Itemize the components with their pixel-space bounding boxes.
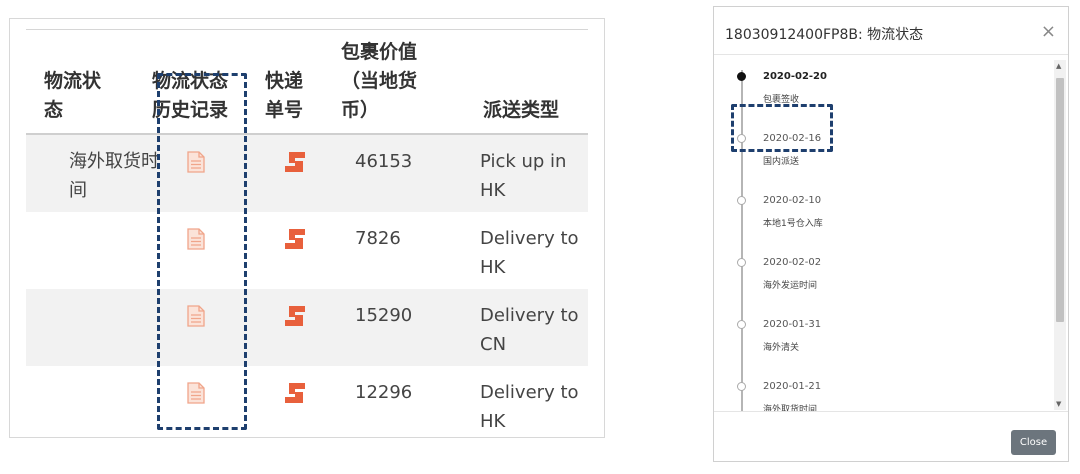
- header-tracking-number: 快递 单号: [265, 70, 304, 121]
- shipment-table: 物流状 态 物流状态 历史记录 快递 单号 包裹价值 （当地货 币） 派送类型 …: [26, 31, 588, 443]
- table-row: 15290 Delivery to CN: [26, 289, 588, 366]
- timeline-desc: 海外清关: [763, 343, 800, 353]
- row-amount: 46153: [355, 151, 413, 172]
- timeline-date: 2020-02-02: [763, 257, 822, 268]
- row-delivery-type: Delivery to CN: [480, 305, 579, 355]
- header-delivery-type: 派送类型: [483, 99, 560, 121]
- modal-title: 18030912400FP8B: 物流状态: [725, 27, 924, 43]
- table-top-divider: [26, 29, 588, 30]
- timeline-date: 2020-02-10: [763, 195, 822, 206]
- timeline-item: 2020-02-10 本地1号仓入库: [714, 188, 1034, 250]
- shipment-table-panel: 物流状 态 物流状态 历史记录 快递 单号 包裹价值 （当地货 币） 派送类型 …: [9, 18, 605, 438]
- close-button[interactable]: Close: [1011, 430, 1056, 455]
- header-status: 物流状 态: [44, 70, 102, 121]
- timeline-item: 2020-01-31 海外清关: [714, 312, 1034, 374]
- courier-icon[interactable]: [283, 150, 307, 174]
- timeline-dot: [737, 196, 746, 205]
- timeline-dot-current: [737, 72, 746, 81]
- timeline-desc: 本地1号仓入库: [763, 219, 823, 229]
- scrollbar-thumb[interactable]: [1056, 78, 1064, 322]
- timeline-date: 2020-01-31: [763, 319, 822, 330]
- timeline-dot: [737, 320, 746, 329]
- table-row: 12296 Delivery to HK: [26, 366, 588, 443]
- row-delivery-type: Delivery to HK: [480, 382, 579, 432]
- table-row: 海外取货时间 46153 Pick up in HK: [26, 135, 588, 212]
- modal-header: 18030912400FP8B: 物流状态 ×: [714, 7, 1068, 55]
- courier-icon[interactable]: [283, 304, 307, 328]
- row-amount: 12296: [355, 382, 413, 403]
- timeline-date: 2020-01-21: [763, 381, 822, 392]
- timeline-dot: [737, 258, 746, 267]
- timeline-desc: 海外发运时间: [763, 281, 818, 291]
- timeline-dot: [737, 382, 746, 391]
- courier-icon[interactable]: [283, 227, 307, 251]
- timeline-item: 2020-02-02 海外发运时间: [714, 250, 1034, 312]
- scroll-down-icon[interactable]: ▼: [1056, 400, 1061, 408]
- timeline-item: 2020-01-21 海外取货时间: [714, 374, 1034, 411]
- courier-icon[interactable]: [283, 381, 307, 405]
- row-amount: 15290: [355, 305, 413, 326]
- row-delivery-type: Pick up in HK: [480, 151, 567, 201]
- timeline-desc: 海外取货时间: [763, 405, 818, 411]
- history-column-highlight: [157, 73, 247, 430]
- row-amount: 7826: [355, 228, 401, 249]
- header-parcel-value: 包裹价值 （当地货 币）: [341, 41, 418, 121]
- scroll-up-icon[interactable]: ▲: [1056, 62, 1061, 70]
- close-icon[interactable]: ×: [1041, 21, 1056, 42]
- table-header: 物流状 态 物流状态 历史记录 快递 单号 包裹价值 （当地货 币） 派送类型: [26, 31, 588, 135]
- modal-scrollbar[interactable]: ▲ ▼: [1054, 60, 1066, 410]
- row-delivery-type: Delivery to HK: [480, 228, 579, 278]
- logistics-status-modal: 18030912400FP8B: 物流状态 × 2020-02-20 包裹签收 …: [713, 6, 1069, 462]
- table-row: 7826 Delivery to HK: [26, 212, 588, 289]
- latest-status-highlight: [731, 104, 833, 152]
- timeline-desc: 国内派送: [763, 157, 800, 167]
- row-status: 海外取货时间: [69, 151, 159, 201]
- modal-body: 2020-02-20 包裹签收 2020-02-16 国内派送 2020-02-…: [714, 56, 1068, 411]
- timeline-date: 2020-02-20: [763, 71, 827, 82]
- modal-footer: Close: [714, 411, 1068, 461]
